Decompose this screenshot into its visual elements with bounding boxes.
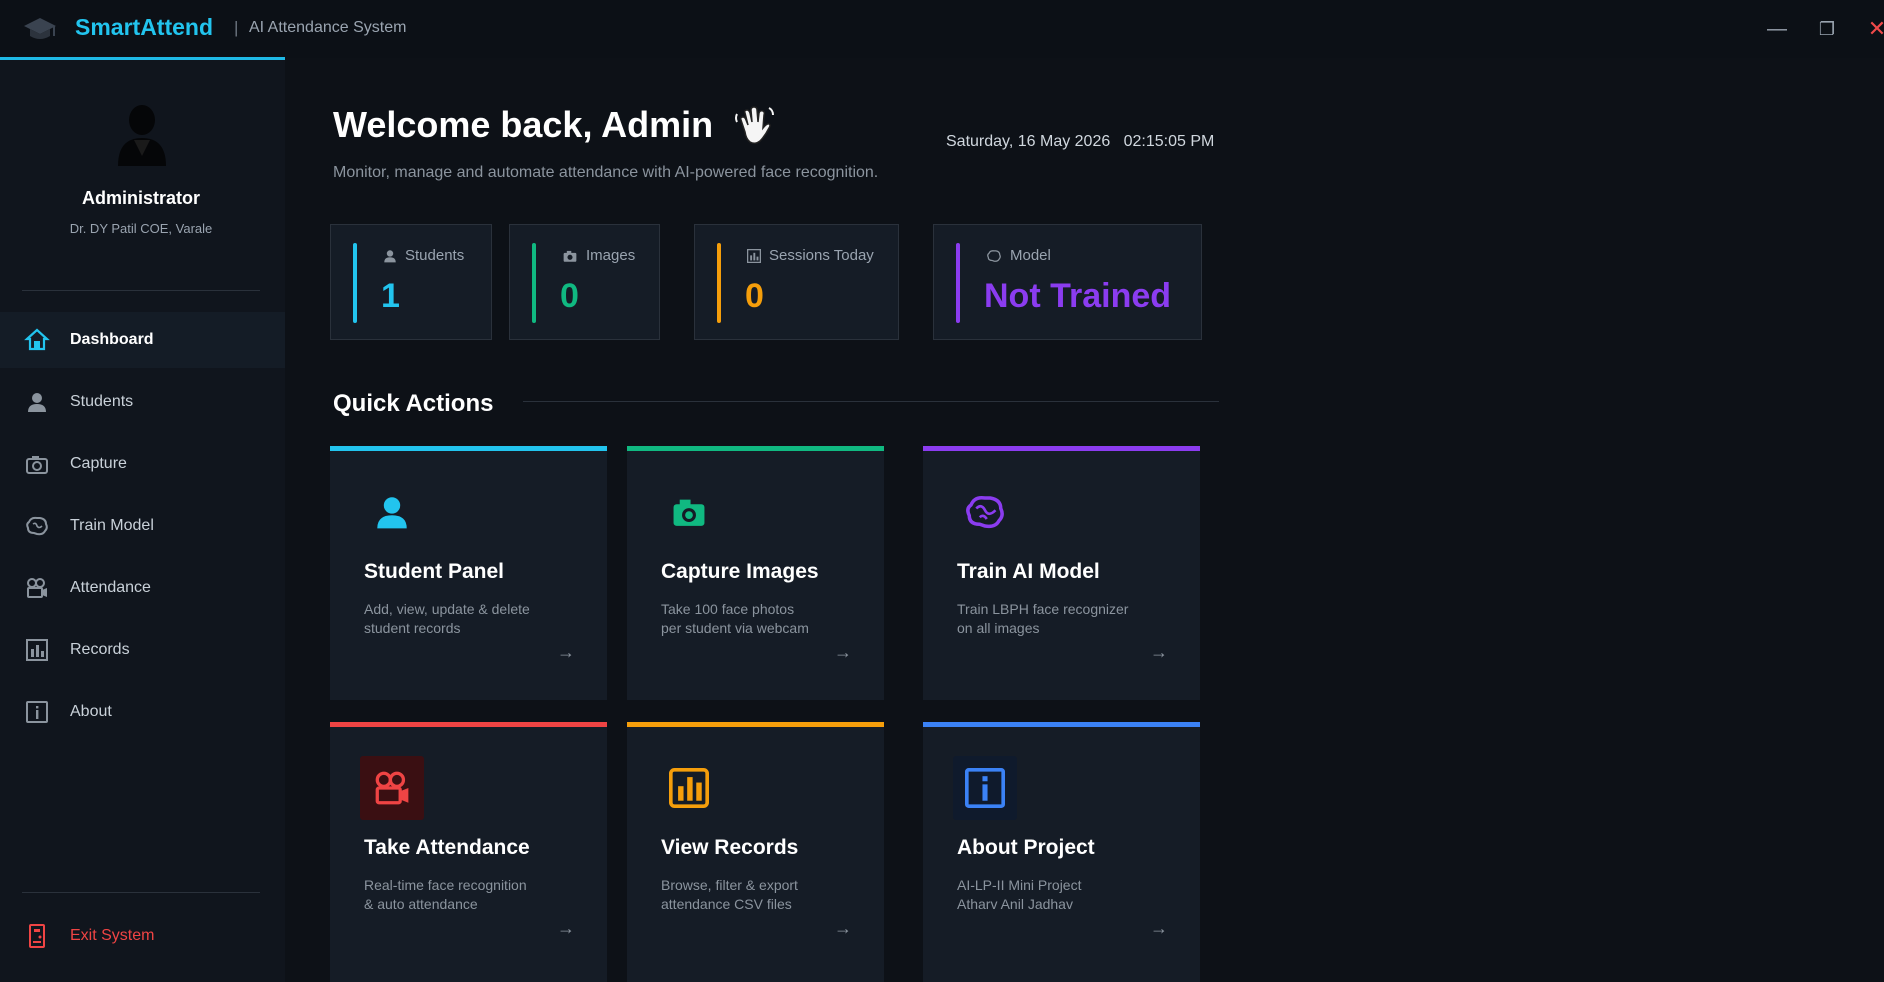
stat-label: Students — [383, 247, 464, 264]
card-description: Take 100 face photos per student via webc… — [661, 601, 809, 636]
camera-icon — [657, 480, 721, 544]
stat-accent-bar — [353, 243, 357, 323]
profile-college: Dr. DY Patil COE, Varale — [69, 221, 213, 236]
stat-value: 0 — [745, 277, 764, 315]
stat-card-sessions-today: Sessions Today 0 — [694, 224, 899, 340]
brain-icon — [953, 480, 1017, 544]
sidebar-item-label: Students — [70, 393, 134, 410]
card-description: Train LBPH face recognizer on all images — [957, 601, 1129, 636]
datetime-display: Saturday, 16 May 2026 02:15:05 PM — [946, 133, 1215, 150]
brain-icon — [24, 513, 50, 539]
user-icon — [360, 480, 424, 544]
user-icon — [384, 249, 396, 262]
sidebar-divider — [22, 892, 260, 893]
info-icon — [24, 699, 50, 725]
take-attendance-card[interactable]: Take Attendance Real-time face recogniti… — [330, 722, 607, 982]
train-ai-model-card[interactable]: Train AI Model Train LBPH face recognize… — [923, 446, 1200, 700]
card-accent — [330, 446, 607, 451]
bar-chart-icon — [24, 637, 50, 663]
stat-value: Not Trained — [984, 277, 1172, 315]
sidebar-item-label: Attendance — [70, 579, 151, 596]
stat-card-students: Students 1 — [330, 224, 492, 340]
page-subtitle: Monitor, manage and automate attendance … — [333, 164, 879, 181]
card-description: AI-LP-II Mini Project Atharv Anil Jadhav — [957, 877, 1082, 912]
stat-card-images: Images 0 — [509, 224, 660, 340]
exit-door-icon — [24, 923, 50, 949]
bar-chart-icon — [747, 248, 761, 263]
home-icon — [24, 327, 50, 353]
card-accent — [923, 446, 1200, 451]
stat-label: Sessions Today — [747, 247, 874, 264]
section-title: Quick Actions — [333, 390, 494, 417]
sidebar-item-records[interactable]: Records — [0, 622, 285, 678]
camera-icon — [563, 250, 577, 262]
arrow-right-icon: → — [557, 642, 575, 662]
maximize-button[interactable]: ❐ — [1810, 12, 1844, 46]
card-description: Add, view, update & delete student record… — [364, 601, 530, 636]
stat-accent-bar — [717, 243, 721, 323]
profile-name: Administrator — [81, 188, 200, 208]
card-title: Take Attendance — [364, 836, 530, 859]
stat-label: Images — [562, 247, 635, 264]
waving-hand-icon — [733, 104, 777, 148]
stat-value: 1 — [381, 277, 400, 315]
title-separator: | — [234, 18, 239, 37]
bar-chart-icon — [657, 756, 721, 820]
sidebar-item-label: Train Model — [70, 517, 154, 534]
arrow-right-icon: → — [557, 918, 575, 938]
card-title: Capture Images — [661, 560, 819, 583]
close-button[interactable]: ✕ — [1860, 12, 1884, 46]
arrow-right-icon: → — [1150, 918, 1168, 938]
info-icon — [953, 756, 1017, 820]
sidebar-item-attendance[interactable]: Attendance — [0, 560, 285, 616]
card-accent — [330, 722, 607, 727]
capture-images-card[interactable]: Capture Images Take 100 face photos per s… — [627, 446, 884, 700]
stat-label: Model — [986, 247, 1051, 264]
sidebar-item-train-model[interactable]: Train Model — [0, 498, 285, 554]
about-project-card[interactable]: About Project AI-LP-II Mini Project Athar… — [923, 722, 1200, 982]
sidebar-item-students[interactable]: Students — [0, 374, 285, 430]
stat-accent-bar — [532, 243, 536, 323]
card-accent — [923, 722, 1200, 727]
sidebar-item-dashboard[interactable]: Dashboard — [0, 312, 285, 368]
app-subtitle: AI Attendance System — [249, 19, 407, 36]
sidebar-item-label: Dashboard — [70, 331, 154, 348]
sidebar-divider — [22, 290, 260, 291]
view-records-card[interactable]: View Records Browse, filter & export atte… — [627, 722, 884, 982]
section-divider — [523, 401, 1219, 402]
arrow-right-icon: → — [834, 642, 852, 662]
stat-accent-bar — [956, 243, 960, 323]
minimize-button[interactable]: — — [1760, 12, 1794, 46]
card-title: About Project — [957, 836, 1095, 859]
card-description: Real-time face recognition & auto attenda… — [364, 877, 527, 912]
sidebar-item-capture[interactable]: Capture — [0, 436, 285, 492]
card-accent — [627, 722, 884, 727]
card-title: View Records — [661, 836, 799, 859]
video-camera-icon — [24, 575, 50, 601]
student-panel-card[interactable]: Student Panel Add, view, update & delete… — [330, 446, 607, 700]
sidebar-item-label: About — [70, 703, 112, 720]
brain-icon — [987, 249, 1001, 262]
card-description: Browse, filter & export attendance CSV fi… — [661, 877, 798, 912]
sidebar-item-label: Records — [70, 641, 130, 658]
card-title: Student Panel — [364, 560, 505, 583]
user-icon — [24, 389, 50, 415]
page-title: Welcome back, Admin — [333, 104, 714, 145]
arrow-right-icon: → — [1150, 642, 1168, 662]
sidebar-item-about[interactable]: About — [0, 684, 285, 740]
sidebar-item-label: Capture — [70, 455, 127, 472]
stat-card-model: Model Not Trained — [933, 224, 1202, 340]
card-accent — [627, 446, 884, 451]
video-camera-icon — [360, 756, 424, 820]
exit-system-button[interactable]: Exit System — [0, 908, 285, 964]
graduation-cap-icon — [22, 14, 58, 44]
exit-system-label: Exit System — [70, 927, 155, 944]
avatar — [112, 102, 172, 168]
arrow-right-icon: → — [834, 918, 852, 938]
camera-icon — [24, 451, 50, 477]
stat-value: 0 — [560, 277, 579, 315]
card-title: Train AI Model — [957, 560, 1100, 583]
app-name: SmartAttend — [75, 14, 214, 40]
